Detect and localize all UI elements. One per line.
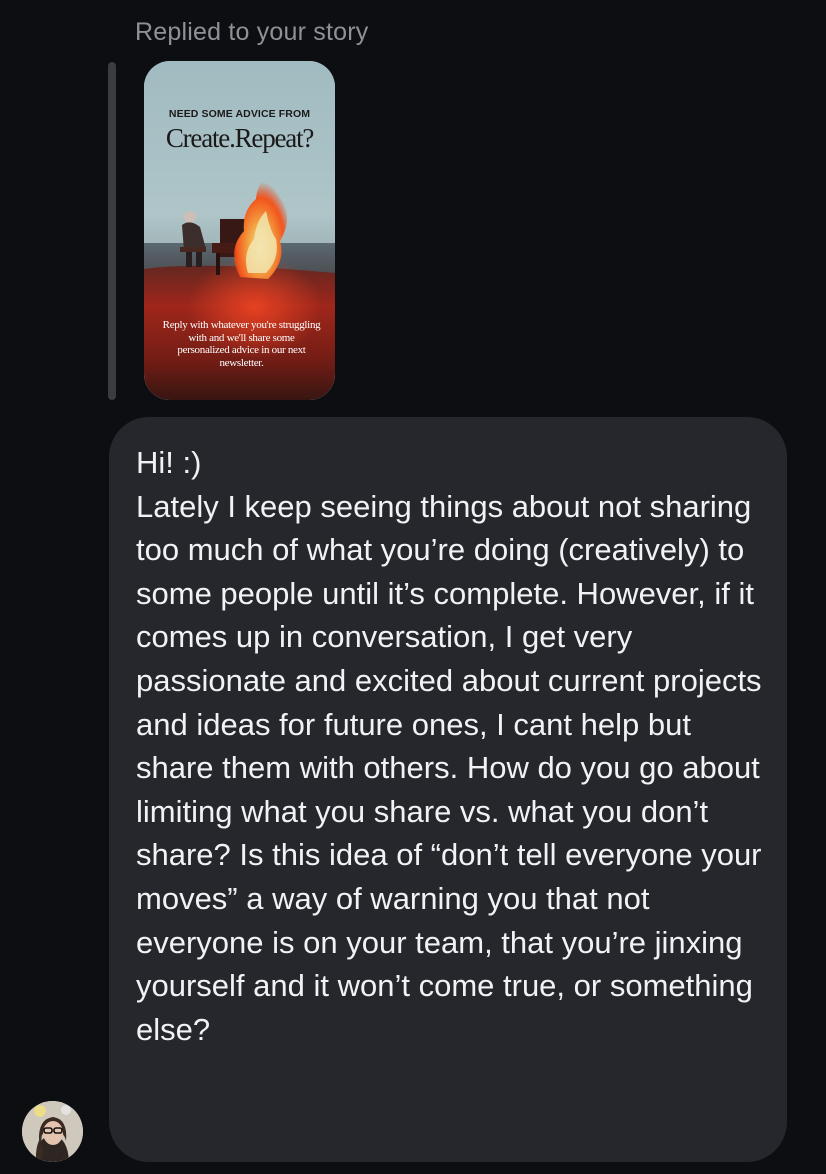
message-bubble[interactable]: Hi! :) Lately I keep seeing things about… [109,417,787,1162]
story-brand-title: Create.Repeat? [165,123,315,153]
story-kicker-text: NEED SOME ADVICE FROM [168,108,311,120]
dm-conversation-screen: Replied to your story NEED SOME ADVICE F… [0,0,826,1174]
message-text: Hi! :) Lately I keep seeing things about… [136,445,762,1047]
profile-photo-avatar-icon [22,1101,83,1162]
story-caption-text: Reply with whatever you're struggling wi… [162,319,321,369]
reply-quote-bar [108,62,116,400]
sender-avatar[interactable] [22,1101,83,1162]
story-reply-label: Replied to your story [135,18,369,46]
story-preview-thumbnail[interactable]: NEED SOME ADVICE FROM Create.Repeat? Rep… [144,61,335,400]
